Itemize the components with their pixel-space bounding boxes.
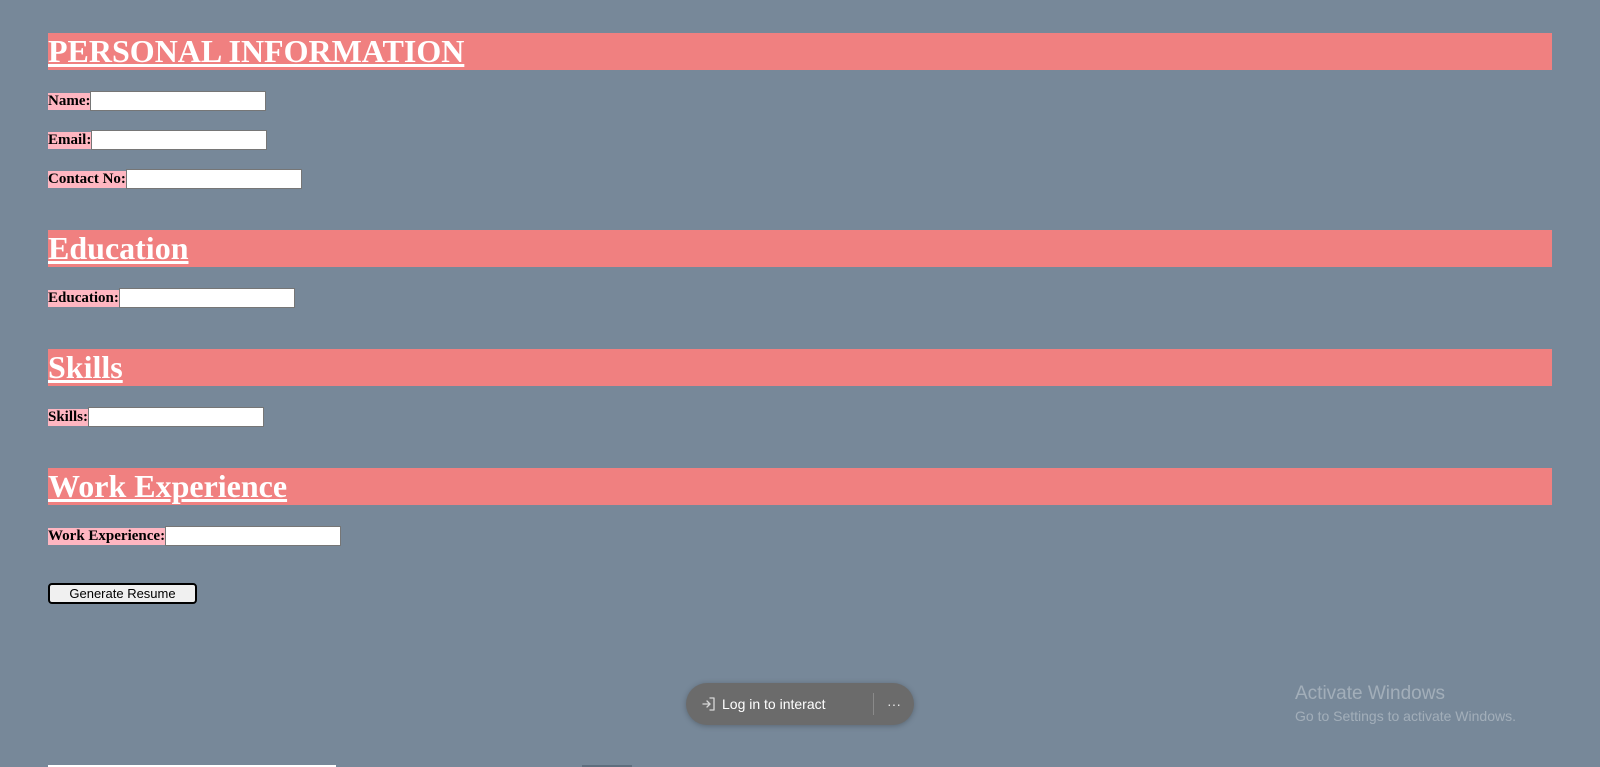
contact-label: Contact No:	[48, 170, 126, 188]
activate-windows-watermark: Activate Windows Go to Settings to activ…	[1295, 682, 1516, 726]
section-header-education: Education	[48, 230, 1552, 267]
work-row: Work Experience:	[48, 526, 342, 546]
watermark-title: Activate Windows	[1295, 683, 1445, 704]
name-label: Name:	[48, 92, 91, 110]
work-label: Work Experience:	[48, 527, 166, 545]
email-label: Email:	[48, 131, 92, 149]
skills-row: Skills:	[48, 407, 265, 427]
name-row: Name:	[48, 91, 267, 111]
skills-label: Skills:	[48, 408, 89, 426]
email-row: Email:	[48, 130, 268, 150]
personal-heading: PERSONAL INFORMATION	[48, 33, 465, 69]
pill-divider	[873, 693, 874, 715]
generate-resume-button[interactable]: Generate Resume	[48, 583, 197, 604]
work-heading: Work Experience	[48, 468, 288, 504]
section-header-work: Work Experience	[48, 468, 1552, 505]
watermark-subtitle: Go to Settings to activate Windows.	[1295, 708, 1516, 724]
education-row: Education:	[48, 288, 295, 308]
education-label: Education:	[48, 289, 119, 307]
more-icon[interactable]: ···	[884, 683, 904, 725]
skills-heading: Skills	[48, 349, 123, 385]
contact-row: Contact No:	[48, 169, 302, 189]
sign-in-icon	[700, 695, 718, 713]
section-header-personal: PERSONAL INFORMATION	[48, 33, 1552, 70]
login-to-interact-bar[interactable]: Log in to interact ···	[686, 683, 914, 725]
section-header-skills: Skills	[48, 349, 1552, 386]
education-heading: Education	[48, 230, 189, 266]
email-input[interactable]	[91, 130, 268, 150]
skills-input[interactable]	[88, 407, 265, 427]
name-input[interactable]	[90, 91, 267, 111]
contact-input[interactable]	[125, 169, 302, 189]
education-input[interactable]	[118, 288, 295, 308]
work-input[interactable]	[165, 526, 342, 546]
login-to-interact-label[interactable]: Log in to interact	[722, 696, 826, 712]
